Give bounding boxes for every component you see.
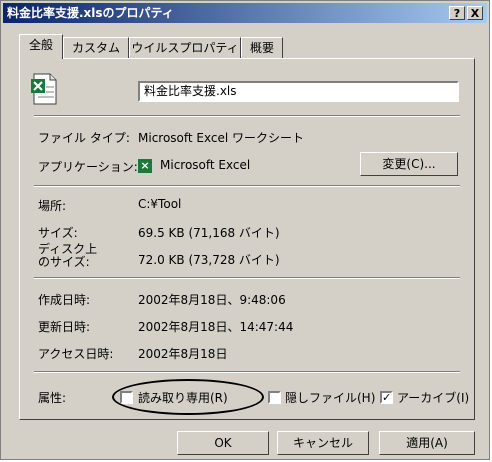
location-value: C:¥Tool: [138, 197, 182, 211]
hidden-label[interactable]: 隠しファイル(H): [285, 389, 375, 406]
file-type-value: Microsoft Excel ワークシート: [138, 131, 305, 145]
file-type-label: ファイル タイプ:: [38, 131, 130, 145]
apply-button[interactable]: 適用(A): [379, 431, 475, 455]
accessed-label: アクセス日時:: [38, 347, 114, 361]
archive-checkbox[interactable]: ✓: [380, 391, 393, 404]
created-label: 作成日時:: [38, 293, 91, 307]
disk-size-value: 72.0 KB (73,728 バイト): [138, 253, 280, 267]
title-bar[interactable]: 料金比率支援.xlsのプロパティ ? X: [3, 3, 487, 23]
file-name-field[interactable]: 料金比率支援.xls: [138, 81, 459, 102]
tab-virus-properties[interactable]: ウイルスプロパティ: [129, 37, 241, 58]
tab-summary[interactable]: 概要: [241, 37, 283, 58]
close-button[interactable]: X: [467, 6, 483, 20]
disk-size-label-line2: のサイズ:: [38, 255, 90, 269]
separator: [34, 115, 460, 117]
help-button[interactable]: ?: [449, 6, 465, 20]
application-value: Microsoft Excel: [160, 158, 251, 172]
location-label: 場所:: [38, 199, 67, 213]
ok-button[interactable]: OK: [177, 431, 269, 455]
tab-custom[interactable]: カスタム: [63, 37, 129, 58]
separator: [34, 371, 460, 373]
modified-value: 2002年8月18日、14:47:44: [138, 320, 294, 334]
excel-app-icon: ×: [138, 159, 152, 173]
general-panel: 料金比率支援.xls ファイル タイプ: Microsoft Excel ワーク…: [19, 58, 475, 420]
highlight-circle-annotation: [112, 379, 264, 415]
cancel-button[interactable]: キャンセル: [277, 431, 369, 455]
change-button[interactable]: 変更(C)...: [360, 152, 458, 176]
properties-dialog: 料金比率支援.xlsのプロパティ ? X 全般 カスタム ウイルスプロパティ 概…: [0, 0, 490, 460]
disk-size-label: ディスク上 のサイズ:: [38, 243, 97, 269]
created-value: 2002年8月18日、9:48:06: [138, 293, 286, 307]
window-title: 料金比率支援.xlsのプロパティ: [7, 6, 174, 20]
modified-label: 更新日時:: [38, 320, 91, 334]
excel-file-icon: [31, 73, 57, 105]
attributes-label: 属性:: [38, 391, 67, 405]
separator: [34, 185, 460, 187]
hidden-checkbox[interactable]: [268, 391, 281, 404]
size-value: 69.5 KB (71,168 バイト): [138, 226, 280, 240]
application-label: アプリケーション:: [38, 160, 138, 174]
accessed-value: 2002年8月18日: [138, 347, 228, 361]
archive-label[interactable]: アーカイブ(I): [397, 389, 469, 406]
size-label: サイズ:: [38, 226, 78, 240]
tab-general[interactable]: 全般: [19, 34, 63, 59]
separator: [34, 277, 460, 279]
